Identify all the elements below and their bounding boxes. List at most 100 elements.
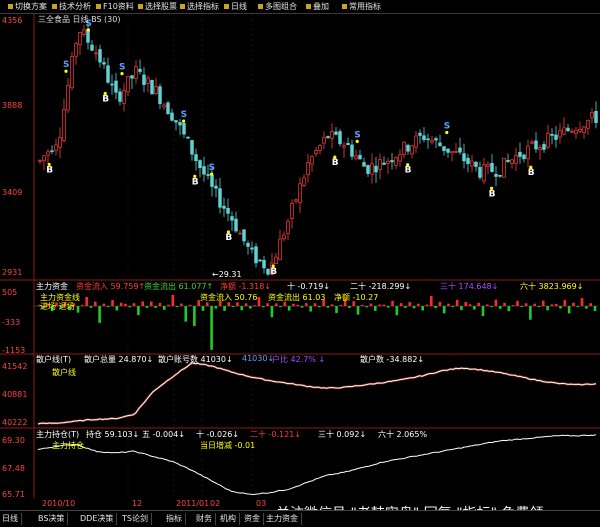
- fund-bar: [167, 304, 170, 307]
- candle-body: [346, 143, 350, 146]
- chart-area[interactable]: BSSBSSBSBBBSBSBB: [0, 14, 600, 498]
- fund-bar: [464, 302, 468, 307]
- fund-bar: [356, 306, 360, 315]
- fund-bar: [395, 306, 399, 316]
- fund-bar: [438, 301, 442, 307]
- bottom-tab-6[interactable]: 机构: [220, 513, 240, 525]
- candle-body: [150, 80, 154, 95]
- holding-ylabel-mid: 67.48: [2, 464, 25, 473]
- date-label-03: 03: [256, 499, 267, 508]
- candle-body: [42, 155, 46, 162]
- candle-body: [494, 173, 498, 177]
- sell-signal-label: S: [209, 163, 215, 173]
- sell-signal-label: S: [181, 110, 187, 120]
- bottom-tab-2[interactable]: DDE决策: [80, 513, 118, 525]
- candle-body: [526, 145, 530, 160]
- fund-header-inflow: 资金流入 59.759↑: [76, 282, 146, 291]
- fund-bar: [266, 303, 269, 307]
- toolbar-item-8[interactable]: 常用指标: [342, 1, 381, 12]
- candle-body: [474, 161, 478, 167]
- fund-bar: [572, 302, 575, 307]
- candle-body: [266, 268, 270, 275]
- candle-body: [154, 86, 158, 95]
- fund-bar: [89, 306, 93, 308]
- fund-bar: [223, 306, 226, 311]
- buy-signal-label: B: [225, 233, 232, 243]
- buy-signal-label: B: [489, 189, 496, 199]
- fund-header-thirty: 三十 174.648↓: [440, 282, 499, 291]
- holding-header-hold: 持仓 59.103↓: [86, 430, 140, 439]
- retail-ylabel-top: 41542: [2, 362, 28, 371]
- candle-body: [570, 130, 574, 133]
- fund-header-sixty: 六十 3823.969↓: [520, 282, 584, 291]
- toolbar-item-6[interactable]: 多图组合: [258, 1, 297, 12]
- candle-body: [454, 150, 458, 153]
- fund-bar: [412, 306, 416, 309]
- candle-body: [166, 102, 170, 115]
- toolbar-item-5[interactable]: 日线: [224, 1, 247, 12]
- candle-body: [550, 133, 554, 136]
- fund-bar: [386, 306, 390, 308]
- fund-header-ten: 十 -0.719↓: [287, 282, 331, 291]
- fund-bar: [365, 306, 368, 308]
- candle-body: [114, 80, 118, 93]
- candle-body: [462, 153, 466, 162]
- bottom-tab-1[interactable]: BS决策: [38, 513, 69, 525]
- buy-signal-label: B: [405, 166, 412, 176]
- candle-body: [402, 141, 406, 156]
- toolbar-item-0[interactable]: 切换方案: [8, 1, 47, 12]
- candle-body: [302, 177, 306, 186]
- price-ylabel-3: 3409: [2, 188, 23, 197]
- buy-signal-label: B: [332, 158, 339, 168]
- toolbar-item-7[interactable]: 叠加: [306, 1, 329, 12]
- fund-bar: [326, 306, 330, 308]
- candle-body: [274, 256, 278, 265]
- bottom-tab-5[interactable]: 财务: [196, 513, 216, 525]
- fund-bar: [399, 303, 403, 307]
- candle-body: [134, 66, 138, 79]
- candle-body: [58, 137, 62, 148]
- fund-bar: [455, 299, 459, 307]
- fund-mid-net: 净额 -10.27: [334, 293, 379, 302]
- fund-bar: [98, 306, 101, 323]
- candle-body: [306, 162, 310, 176]
- candle-body: [498, 174, 502, 177]
- fund-bar: [563, 299, 567, 307]
- toolbar: 切换方案 技术分析 F10资料 选择股票 选择指标 日线 多图组合 叠加 常用指标: [0, 0, 600, 14]
- candle-body: [198, 160, 202, 169]
- holding-mid-value: 当日增减 -0.01: [200, 441, 256, 450]
- retail-header-total: 散户总量 24.870↓: [84, 355, 154, 364]
- candle-body: [174, 120, 178, 123]
- bottom-tab-4[interactable]: 指标: [166, 513, 186, 525]
- toolbar-item-4[interactable]: 选择指标: [180, 1, 219, 12]
- toolbar-item-2[interactable]: F10资料: [96, 1, 134, 12]
- fund-bar: [287, 306, 291, 311]
- fund-bar: [391, 300, 394, 307]
- retail-header-ratio: 户比 42.7% ↓: [272, 355, 326, 364]
- fund-bar: [417, 303, 420, 307]
- fund-bar: [158, 303, 162, 307]
- fund-bar: [231, 306, 235, 308]
- candle-body: [374, 165, 378, 173]
- fund-header-outflow: 资金流出 61.077↑: [144, 282, 214, 291]
- fund-bar: [468, 304, 472, 307]
- bottom-tab-8[interactable]: 主力资金: [266, 513, 302, 525]
- fund-bar: [188, 304, 192, 307]
- candle-body: [482, 164, 486, 182]
- bottom-tab-3[interactable]: TS论剑: [122, 513, 152, 525]
- fund-bar: [524, 303, 528, 307]
- candle-body: [542, 144, 546, 150]
- candle-body: [326, 136, 330, 138]
- bottom-tab-0[interactable]: 日线: [2, 513, 22, 525]
- bottom-tab-7[interactable]: 资金: [244, 513, 264, 525]
- fund-bar: [154, 306, 157, 308]
- candle-body: [342, 145, 346, 148]
- toolbar-item-3[interactable]: 选择股票: [138, 1, 177, 12]
- fund-bar: [132, 303, 136, 307]
- fund-bar: [111, 300, 114, 307]
- candle-body: [578, 128, 582, 132]
- fund-bar: [257, 297, 261, 307]
- toolbar-item-1[interactable]: 技术分析: [52, 1, 91, 12]
- candle-body: [222, 205, 226, 209]
- fund-bar: [421, 306, 424, 311]
